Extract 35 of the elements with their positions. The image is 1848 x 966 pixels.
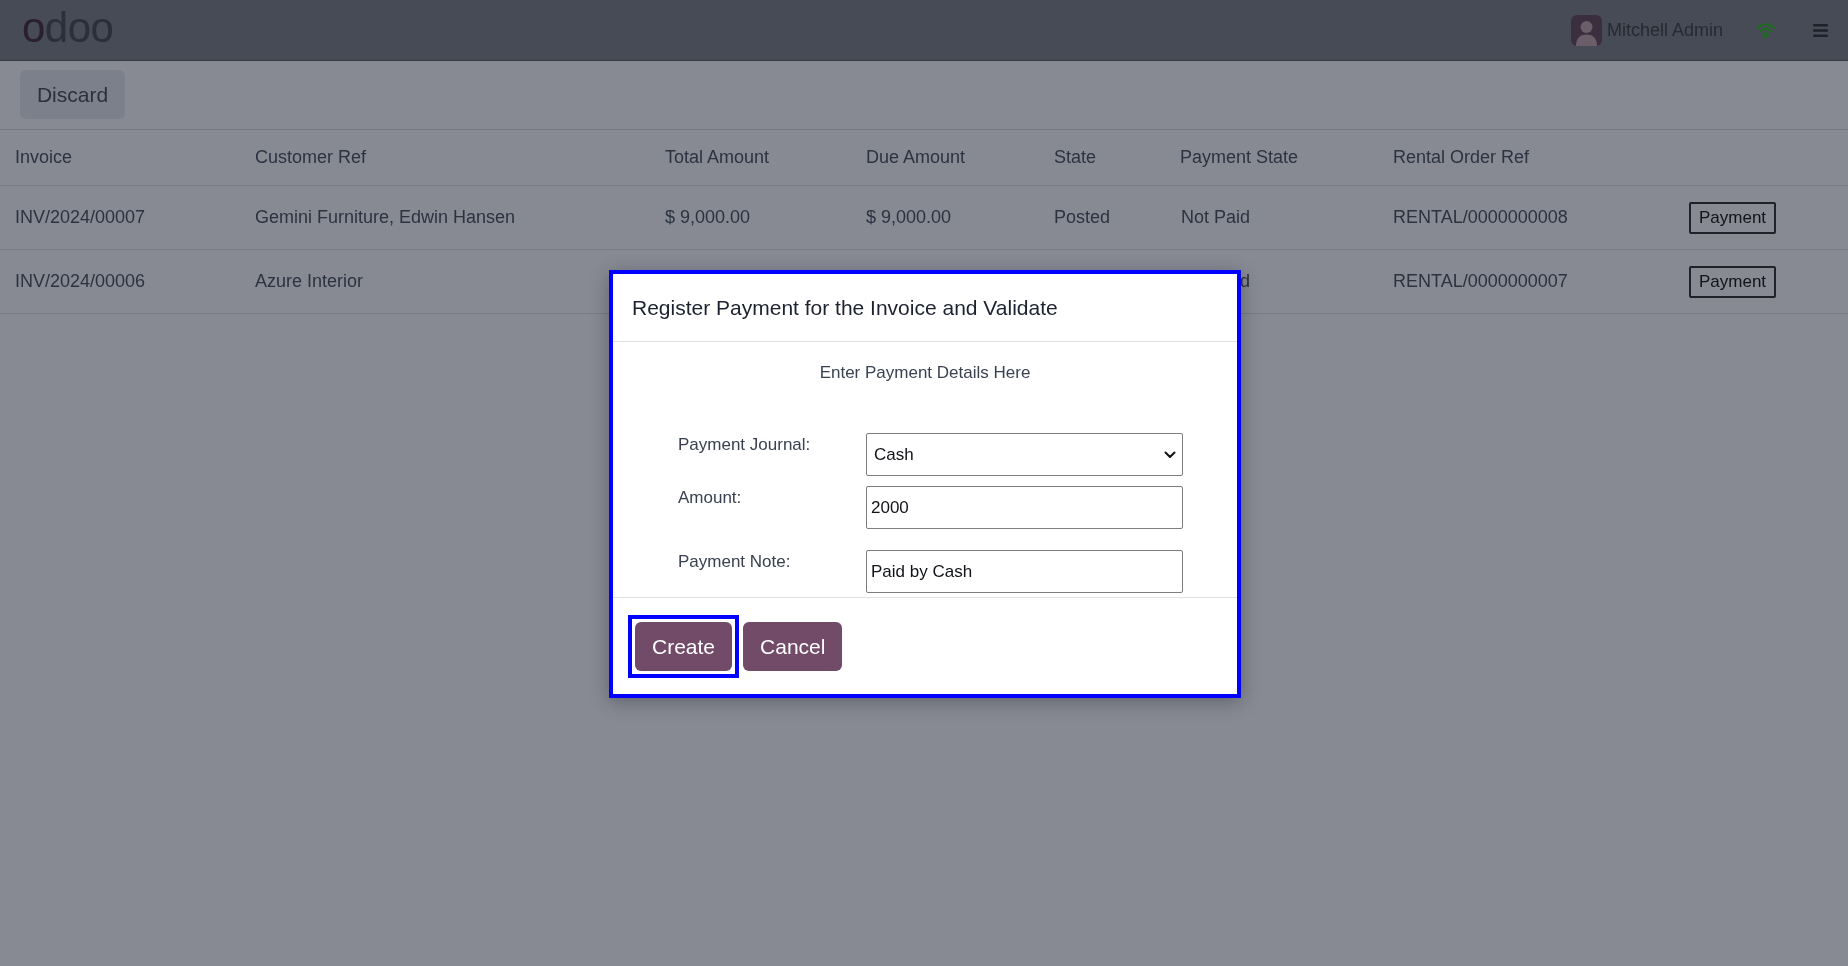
- table-cell: Posted: [1054, 207, 1111, 227]
- chevron-down-icon: [1164, 450, 1176, 459]
- dialog-subtitle: Enter Payment Details Here: [819, 363, 1031, 382]
- menu-icon[interactable]: [1813, 23, 1828, 37]
- payment-button[interactable]: Payment: [1689, 265, 1777, 298]
- table-cell: Azure Interior: [255, 271, 364, 291]
- column-header[interactable]: State: [1054, 147, 1097, 167]
- table-cell: INV/2024/00006: [15, 271, 146, 291]
- table-cell: INV/2024/00007: [15, 207, 146, 227]
- select-field[interactable]: Cash: [866, 433, 1183, 476]
- table-cell: Not Paid: [1180, 207, 1250, 227]
- column-header[interactable]: Rental Order Ref: [1393, 147, 1530, 167]
- cancel-button[interactable]: Cancel: [743, 622, 843, 671]
- column-header[interactable]: Total Amount: [665, 147, 770, 167]
- table-cell: $ 9,000.00: [665, 207, 751, 227]
- field-label: Payment Journal:: [678, 435, 811, 454]
- field-label: Amount:: [678, 488, 742, 507]
- input-field[interactable]: 2000: [866, 486, 1183, 529]
- column-header[interactable]: Customer Ref: [255, 147, 367, 167]
- table-cell: RENTAL/0000000007: [1393, 271, 1568, 291]
- payment-button[interactable]: Payment: [1689, 201, 1777, 234]
- table-cell: RENTAL/0000000008: [1393, 207, 1568, 227]
- column-header[interactable]: Invoice: [15, 147, 73, 167]
- input-field[interactable]: Paid by Cash: [866, 550, 1183, 593]
- field-label: Payment Note:: [678, 552, 791, 571]
- discard-button[interactable]: Discard: [20, 70, 125, 119]
- wifi-icon: [1756, 22, 1776, 38]
- table-cell: $ 9,000.00: [866, 207, 952, 227]
- table-cell: d: [1240, 271, 1250, 291]
- table-cell: Gemini Furniture, Edwin Hansen: [255, 207, 516, 227]
- column-header[interactable]: Due Amount: [866, 147, 966, 167]
- column-header[interactable]: Payment State: [1180, 147, 1299, 167]
- user-avatar-icon[interactable]: [1570, 14, 1602, 46]
- dialog-title: Register Payment for the Invoice and Validate: [632, 294, 1058, 321]
- create-button[interactable]: Create: [635, 622, 733, 671]
